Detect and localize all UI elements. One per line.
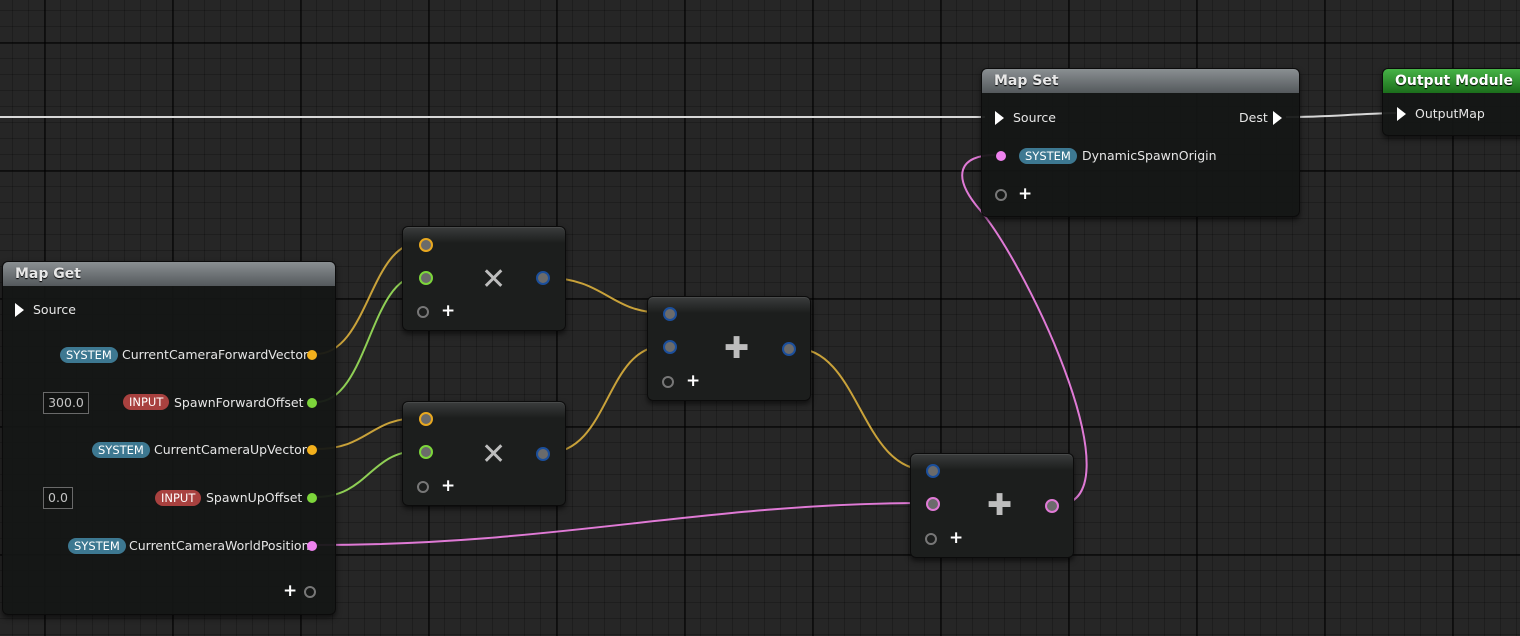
system-badge: SYSTEM xyxy=(92,442,150,458)
multiply-2-input-a[interactable] xyxy=(419,412,433,426)
pin-camera-forward[interactable] xyxy=(307,350,317,360)
map-set-title: Map Set xyxy=(982,69,1299,93)
multiply-node-2[interactable]: ✕ + xyxy=(402,401,566,506)
system-badge: SYSTEM xyxy=(1019,148,1077,164)
output-map-label: OutputMap xyxy=(1415,106,1485,121)
pin-dynamic-spawn-origin[interactable] xyxy=(996,151,1006,161)
input-badge: INPUT xyxy=(123,394,170,410)
add-1-input-b[interactable] xyxy=(663,340,677,354)
output-map-exec-pin[interactable] xyxy=(1397,107,1406,121)
pin-label-camera-world-position: CurrentCameraWorldPosition xyxy=(129,538,310,553)
multiply-node-1[interactable]: ✕ + xyxy=(402,226,566,331)
pin-spawn-up-offset[interactable] xyxy=(307,493,317,503)
map-set-dest-exec-pin[interactable] xyxy=(1273,111,1282,125)
spawn-up-offset-value[interactable]: 0.0 xyxy=(43,487,73,509)
map-get-node[interactable]: Map Get Source SYSTEM CurrentCameraForwa… xyxy=(2,261,336,615)
add-2-add-pin[interactable] xyxy=(925,533,937,545)
multiply-2-add-pin[interactable] xyxy=(417,481,429,493)
input-badge: INPUT xyxy=(155,490,202,506)
pin-label-spawn-up-offset: SpawnUpOffset xyxy=(206,490,303,505)
multiply-2-input-b[interactable] xyxy=(419,445,433,459)
pin-camera-up[interactable] xyxy=(307,445,317,455)
multiply-icon: ✕ xyxy=(481,437,507,472)
wire-add1-add2[interactable] xyxy=(793,347,928,471)
add-pin-button[interactable] xyxy=(304,586,316,598)
map-set-source-exec-pin[interactable] xyxy=(995,111,1004,125)
wire-world-position[interactable] xyxy=(315,502,928,546)
map-set-node[interactable]: Map Set Source Dest SYSTEM DynamicSpawnO… xyxy=(981,68,1300,217)
output-module-node[interactable]: Output Module OutputMap xyxy=(1382,68,1520,136)
pin-label-spawn-forward-offset: SpawnForwardOffset xyxy=(174,395,304,410)
add-2-input-b[interactable] xyxy=(926,497,940,511)
output-module-title: Output Module xyxy=(1383,69,1520,93)
pin-label-camera-forward: CurrentCameraForwardVector xyxy=(122,347,309,362)
system-badge: SYSTEM xyxy=(60,347,118,363)
add-1-add-pin[interactable] xyxy=(662,376,674,388)
map-get-source-label: Source xyxy=(33,302,76,317)
pin-label-dynamic-spawn-origin: DynamicSpawnOrigin xyxy=(1082,148,1217,163)
add-node-2[interactable]: ✚ + xyxy=(910,453,1074,558)
add-icon: ✚ xyxy=(724,331,750,366)
pin-camera-world-position[interactable] xyxy=(307,541,317,551)
multiply-2-add-plus[interactable]: + xyxy=(441,478,455,495)
add-node-1[interactable]: ✚ + xyxy=(647,296,811,401)
multiply-1-input-a[interactable] xyxy=(419,238,433,252)
system-badge: SYSTEM xyxy=(68,538,126,554)
add-pin-plus[interactable]: + xyxy=(283,583,297,600)
pin-spawn-forward-offset[interactable] xyxy=(307,398,317,408)
source-exec-pin[interactable] xyxy=(15,303,24,317)
multiply-2-output[interactable] xyxy=(536,447,550,461)
add-2-add-plus[interactable]: + xyxy=(949,530,963,547)
multiply-icon: ✕ xyxy=(481,262,507,297)
map-get-title: Map Get xyxy=(3,262,335,286)
multiply-1-output[interactable] xyxy=(536,271,550,285)
add-1-add-plus[interactable]: + xyxy=(686,373,700,390)
add-1-input-a[interactable] xyxy=(663,307,677,321)
add-1-output[interactable] xyxy=(782,342,796,356)
add-2-output[interactable] xyxy=(1045,499,1059,513)
map-set-dest-label: Dest xyxy=(1239,110,1268,125)
map-set-add-pin[interactable] xyxy=(995,189,1007,201)
add-icon: ✚ xyxy=(987,488,1013,523)
map-set-source-label: Source xyxy=(1013,110,1056,125)
spawn-forward-offset-value[interactable]: 300.0 xyxy=(43,392,89,414)
map-set-add-plus[interactable]: + xyxy=(1018,186,1032,203)
multiply-1-add-pin[interactable] xyxy=(417,306,429,318)
pin-label-camera-up: CurrentCameraUpVector xyxy=(154,442,307,457)
wire-exec-output[interactable] xyxy=(1285,112,1397,118)
multiply-1-add-plus[interactable]: + xyxy=(441,303,455,320)
multiply-1-input-b[interactable] xyxy=(419,271,433,285)
add-2-input-a[interactable] xyxy=(926,464,940,478)
